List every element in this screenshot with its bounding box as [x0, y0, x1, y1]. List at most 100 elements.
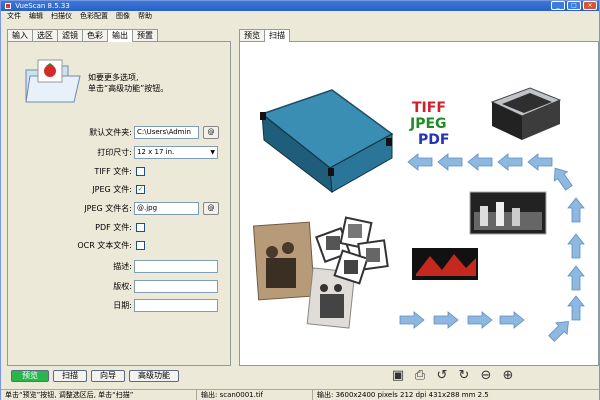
tab-scan[interactable]: 扫描 — [264, 29, 290, 42]
tiff-checkbox[interactable] — [136, 167, 145, 176]
wizard-button[interactable]: 向导 — [91, 370, 125, 382]
description-input[interactable] — [134, 260, 218, 273]
preview-button[interactable]: 预览 — [11, 370, 49, 382]
copyright-row: 版权: — [8, 280, 232, 294]
hint-text: 如要更多选项, 单击“高级功能”按钮。 — [88, 72, 228, 94]
workflow-arrow — [407, 153, 433, 171]
menu-image[interactable]: 图像 — [116, 11, 130, 22]
workflow-arrow — [497, 153, 523, 171]
tab-preview[interactable]: 预览 — [239, 29, 265, 41]
maximize-button[interactable]: □ — [567, 1, 581, 10]
description-label: 描述: — [113, 262, 132, 271]
format-jpeg: JPEG — [409, 116, 447, 132]
workflow-arrow — [499, 311, 525, 329]
tiff-label: TIFF 文件: — [94, 167, 132, 176]
tiff-row: TIFF 文件: — [8, 165, 232, 179]
workflow-arrow — [527, 153, 553, 171]
workflow-arrow — [567, 295, 585, 321]
scan-workflow-illustration: TIFF JPEG PDF — [252, 87, 585, 342]
film-scanner-image — [260, 89, 394, 194]
jpeg-name-row: JPEG 文件名: @.jpg @ — [8, 202, 232, 216]
menu-bar: 文件 编辑 扫描仪 色彩配置 图像 帮助 — [1, 11, 599, 22]
image-toolbar: ▣ ⎙ ↺ ↻ ⊖ ⊕ — [389, 367, 517, 385]
copyright-input[interactable] — [134, 280, 218, 293]
pdf-checkbox[interactable] — [136, 223, 145, 232]
default-folder-input[interactable]: C:\Users\Admin — [134, 126, 199, 139]
pdf-label: PDF 文件: — [95, 223, 132, 232]
hint-line-2: 单击“高级功能”按钮。 — [88, 84, 169, 93]
scan-view-panel: TIFF JPEG PDF — [239, 41, 599, 366]
workflow-arrow — [467, 311, 493, 329]
title-bar: VueScan 8.5.33 _ □ × — [1, 1, 599, 11]
browse-jpeg-button[interactable]: @ — [203, 202, 219, 215]
window-title: VueScan 8.5.33 — [15, 2, 70, 10]
copyright-label: 版权: — [113, 282, 132, 291]
hint-line-1: 如要更多选项, — [88, 73, 139, 82]
workflow-arrow — [567, 197, 585, 223]
app-window: VueScan 8.5.33 _ □ × 文件 编辑 扫描仪 色彩配置 图像 帮… — [0, 0, 600, 400]
old-photo-image — [252, 221, 316, 301]
workflow-arrow — [567, 265, 585, 291]
date-label: 日期: — [113, 301, 132, 310]
description-row: 描述: — [8, 260, 232, 274]
format-tiff: TIFF — [412, 100, 446, 116]
window-controls: _ □ × — [551, 1, 597, 11]
ocr-row: OCR 文本文件: — [8, 239, 232, 253]
status-hint: 单击“预览”按钮, 调整选区后, 单击“扫描” — [1, 390, 197, 400]
ocr-checkbox[interactable] — [136, 241, 145, 250]
tab-filter[interactable]: 滤镜 — [57, 29, 83, 41]
pdf-row: PDF 文件: — [8, 221, 232, 235]
workflow-arrow — [567, 233, 585, 259]
default-folder-row: 默认文件夹: C:\Users\Admin @ — [8, 126, 232, 140]
print-icon[interactable]: ⎙ — [411, 367, 429, 385]
jpeg-checkbox[interactable]: ✓ — [136, 185, 145, 194]
tab-output[interactable]: 输出 — [107, 29, 133, 42]
default-folder-label: 默认文件夹: — [89, 128, 132, 137]
rotate-right-icon[interactable]: ↻ — [455, 367, 473, 385]
workflow-arrow — [548, 321, 569, 342]
tab-color[interactable]: 色彩 — [82, 29, 108, 41]
rotate-left-icon[interactable]: ↺ — [433, 367, 451, 385]
scan-button[interactable]: 扫描 — [53, 370, 87, 382]
workflow-arrow — [433, 311, 459, 329]
folder-icon — [25, 59, 81, 103]
advanced-button[interactable]: 高级功能 — [129, 370, 179, 382]
jpeg-name-input[interactable]: @.jpg — [134, 202, 199, 215]
print-size-label: 打印尺寸: — [97, 148, 132, 157]
menu-edit[interactable]: 编辑 — [29, 11, 43, 22]
print-size-value: 12 x 17 in. — [137, 148, 175, 156]
tab-input[interactable]: 输入 — [7, 29, 33, 41]
ocr-label: OCR 文本文件: — [77, 241, 132, 250]
menu-file[interactable]: 文件 — [7, 11, 21, 22]
jpeg-row: JPEG 文件: ✓ — [8, 183, 232, 197]
menu-help[interactable]: 帮助 — [138, 11, 152, 22]
zoom-out-icon[interactable]: ⊖ — [477, 367, 495, 385]
status-output: 输出: scan0001.tif — [197, 390, 313, 400]
workflow-arrow — [467, 153, 493, 171]
menu-color-profile[interactable]: 色彩配置 — [80, 11, 108, 22]
output-settings-panel: 如要更多选项, 单击“高级功能”按钮。 默认文件夹: C:\Users\Admi… — [7, 41, 231, 366]
close-button[interactable]: × — [583, 1, 597, 10]
workflow-arrow — [437, 153, 463, 171]
landscape-photo-image — [469, 191, 547, 235]
action-buttons: 预览 扫描 向导 高级功能 — [11, 370, 179, 382]
flatbed-scanner-image — [490, 87, 562, 140]
format-pdf: PDF — [418, 132, 449, 148]
chevron-down-icon: ▼ — [210, 149, 215, 156]
tab-crop[interactable]: 选区 — [32, 29, 58, 41]
minimize-button[interactable]: _ — [551, 1, 565, 10]
status-bar: 单击“预览”按钮, 调整选区后, 单击“扫描” 输出: scan0001.tif… — [1, 389, 599, 400]
workflow-arrow — [553, 167, 573, 191]
menu-scanner[interactable]: 扫描仪 — [51, 11, 72, 22]
jpeg-name-label: JPEG 文件名: — [84, 204, 132, 213]
date-input[interactable] — [134, 299, 218, 312]
print-size-select[interactable]: 12 x 17 in. ▼ — [134, 146, 218, 159]
save-icon[interactable]: ▣ — [389, 367, 407, 385]
tab-prefs[interactable]: 预置 — [132, 29, 158, 41]
film-strip-image — [412, 248, 478, 280]
browse-folder-button[interactable]: @ — [203, 126, 219, 139]
zoom-in-icon[interactable]: ⊕ — [499, 367, 517, 385]
workflow-arrow — [399, 311, 425, 329]
date-row: 日期: — [8, 299, 232, 313]
status-input: 输出: 3600x2400 pixels 212 dpi 431x288 mm … — [317, 391, 489, 399]
